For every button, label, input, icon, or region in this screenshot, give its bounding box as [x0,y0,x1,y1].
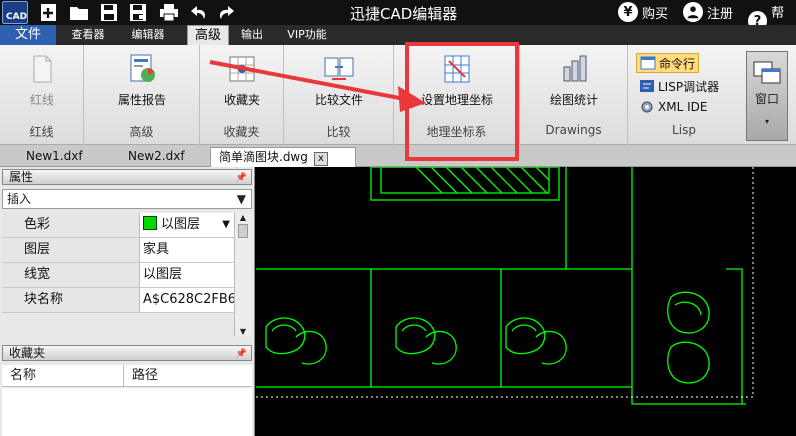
left-panel: 属性 📌 插入 ▼ 色彩 以图层 ▼ 图层 家具 线宽 以图层 块名称 A$C62… [0,167,255,436]
app-title: 迅捷CAD编辑器 [350,5,458,23]
property-row[interactable]: 线宽 以图层 [2,263,234,288]
scroll-down-icon[interactable]: ▼ [235,327,251,336]
favorites-header: 名称 路径 [2,365,252,387]
group-label: 高级 [129,125,154,139]
doc-tab-new1[interactable]: New1.dxf [18,147,91,167]
terminal-icon [640,56,656,70]
group-lisp: 命令行 LISP调试器 XML IDE Lisp [628,45,740,145]
lisp-debugger-button[interactable]: LISP调试器 [636,76,722,96]
properties-title: 属性 📌 [2,169,252,185]
close-icon[interactable]: x [313,152,328,166]
stats-icon [558,53,590,85]
group-label: Drawings [545,123,602,137]
drawing-stats-button[interactable]: 绘图统计 [534,53,614,108]
group-drawings: 绘图统计 Drawings [520,45,628,145]
group-compare: 比较文件 比较 [284,45,394,145]
print-icon[interactable] [158,2,180,23]
user-icon [683,2,703,22]
xml-ide-button[interactable]: XML IDE [636,97,710,117]
favorites-grid-icon [226,53,258,85]
group-favorites: 收藏夹 收藏夹 [200,45,284,145]
column-path[interactable]: 路径 [124,365,158,386]
open-folder-icon[interactable] [68,2,90,23]
favorites-list[interactable] [2,388,252,436]
tab-vip[interactable]: VIP功能 [278,25,336,45]
geo-grid-icon [441,53,473,85]
yen-icon: ¥ [618,2,638,22]
redline-button[interactable]: 红线 [20,53,64,108]
color-swatch [143,216,157,230]
scroll-thumb[interactable] [238,224,248,238]
property-row[interactable]: 块名称 A$C628C2FB6 [2,288,234,313]
tab-viewer[interactable]: 查看器 [60,25,116,45]
drawing-canvas[interactable] [256,166,796,436]
favorites-title: 收藏夹 📌 [2,345,252,361]
group-advanced: 属性报告 高级 [84,45,200,145]
save-icon[interactable] [98,2,120,23]
property-scrollbar[interactable]: ▲ ▼ [234,213,251,336]
ribbon-panel: 红线 红线 属性报告 高级 收藏夹 收藏夹 比较文件 比较 设置地理坐标 地理坐… [0,45,796,145]
property-report-button[interactable]: 属性报告 [102,53,182,108]
property-row[interactable]: 图层 家具 [2,238,234,263]
window-icon [752,60,782,86]
new-icon[interactable] [38,2,60,23]
save-as-icon[interactable] [127,2,149,23]
pin-icon[interactable]: 📌 [236,347,247,362]
chevron-down-icon: ▾ [764,117,769,126]
tab-output[interactable]: 输出 [233,25,271,45]
property-row[interactable]: 色彩 以图层 ▼ [2,213,234,238]
app-logo: CAD [2,1,28,24]
tab-file[interactable]: 文件 [0,25,56,45]
pin-icon[interactable]: 📌 [236,171,247,186]
compare-files-button[interactable]: 比较文件 [299,53,379,108]
redo-icon[interactable] [215,2,237,23]
ribbon-tab-bar: 文件 查看器 编辑器 高级 输出 VIP功能 [0,25,796,45]
tab-advanced[interactable]: 高级 [187,25,229,45]
buy-button[interactable]: ¥ 购买 [618,2,668,22]
document-tab-bar: New1.dxf New2.dxf 简单滴图块.dwg x [0,145,796,167]
group-label: 收藏夹 [223,125,260,139]
lisp-icon [639,79,655,93]
group-label: 比较 [326,125,351,139]
group-label: Lisp [672,123,696,137]
window-button[interactable]: 窗口 ▾ [746,51,788,141]
favorites-button[interactable]: 收藏夹 [206,53,278,108]
compare-icon [323,53,355,85]
doc-tab-new2[interactable]: New2.dxf [120,147,193,167]
chevron-down-icon[interactable]: ▼ [222,213,230,237]
report-icon [126,53,158,85]
title-bar: CAD 迅捷CAD编辑器 ¥ 购买 注册 ? 帮助 [0,0,796,40]
cad-drawing [256,166,754,405]
group-redline: 红线 红线 [0,45,84,145]
object-type-select[interactable]: 插入 ▼ [2,189,252,209]
gear-icon [639,100,655,114]
group-label: 红线 [29,125,54,139]
command-line-button[interactable]: 命令行 [636,53,700,73]
register-button[interactable]: 注册 [683,2,733,22]
tab-editor[interactable]: 编辑器 [120,25,176,45]
document-icon [26,53,58,85]
undo-icon[interactable] [188,2,210,23]
doc-tab-active[interactable]: 简单滴图块.dwg x [210,147,356,167]
scroll-up-icon[interactable]: ▲ [235,213,251,222]
group-geo-coordinates: 设置地理坐标 地理坐标系 [394,45,520,145]
set-geo-coordinates-button[interactable]: 设置地理坐标 [407,53,507,108]
chevron-down-icon: ▼ [236,192,246,206]
property-grid: 色彩 以图层 ▼ 图层 家具 线宽 以图层 块名称 A$C628C2FB6 [2,213,234,313]
column-name[interactable]: 名称 [2,365,124,386]
group-label: 地理坐标系 [426,125,487,139]
